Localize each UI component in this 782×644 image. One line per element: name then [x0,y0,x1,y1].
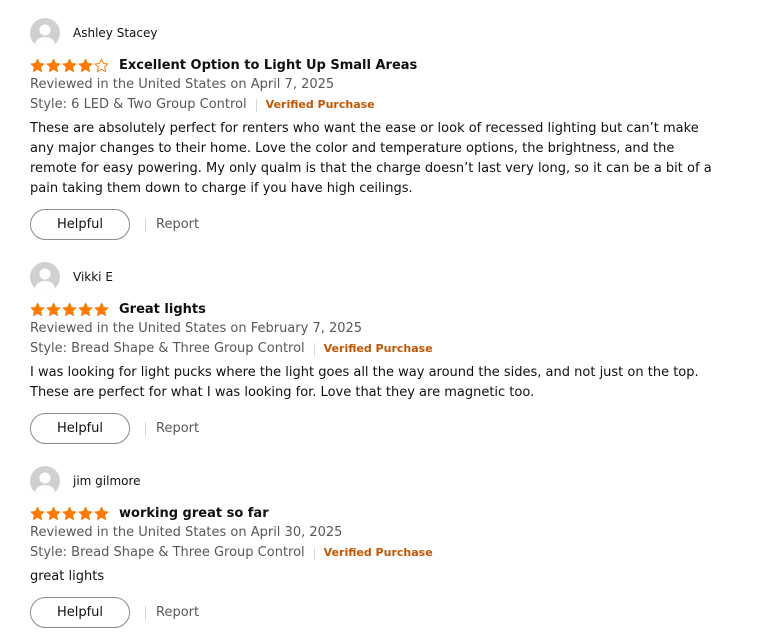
divider [313,546,315,560]
report-link[interactable]: Report [156,217,199,232]
review-title[interactable]: Great lights [119,302,206,317]
avatar [30,466,60,496]
helpful-button[interactable]: Helpful [30,413,130,444]
style-variant-link[interactable]: Style: Bread Shape & Three Group Control [30,339,305,359]
divider [255,98,257,112]
helpful-button[interactable]: Helpful [30,597,130,628]
star-filled-icon [46,58,61,72]
divider [145,605,146,620]
reviewer-profile[interactable]: Vikki E [30,262,750,292]
style-variant-link[interactable]: Style: Bread Shape & Three Group Control [30,543,305,563]
star-filled-icon [94,302,109,316]
review-title[interactable]: working great so far [119,506,269,521]
reviewer-profile[interactable]: Ashley Stacey [30,18,750,48]
user-silhouette-icon [34,472,56,496]
report-link[interactable]: Report [156,605,199,620]
star-filled-icon [62,58,77,72]
star-filled-icon [46,302,61,316]
helpful-button[interactable]: Helpful [30,209,130,240]
reviewer-name: Vikki E [73,270,113,284]
review-date: Reviewed in the United States on April 7… [30,77,335,92]
review-date: Reviewed in the United States on April 3… [30,525,343,540]
user-silhouette-icon [34,24,56,48]
reviewer-name: Ashley Stacey [73,26,158,40]
star-filled-icon [46,506,61,520]
star-filled-icon [30,58,45,72]
verified-purchase-badge: Verified Purchase [323,342,433,355]
review-body: These are absolutely perfect for renters… [30,121,712,196]
style-variant-link[interactable]: Style: 6 LED & Two Group Control [30,95,247,115]
review-title[interactable]: Excellent Option to Light Up Small Areas [119,58,417,73]
divider [145,217,146,232]
review-card: jim gilmore working great so far Reviewe… [30,466,750,628]
star-rating[interactable] [30,506,110,521]
star-filled-icon [94,506,109,520]
review-date: Reviewed in the United States on Februar… [30,321,363,336]
star-filled-icon [62,506,77,520]
reviewer-name: jim gilmore [73,474,141,488]
verified-purchase-badge: Verified Purchase [323,546,433,559]
star-empty-icon [94,58,109,72]
reviewer-profile[interactable]: jim gilmore [30,466,750,496]
review-card: Vikki E Great lights Reviewed in the Uni… [30,262,750,444]
verified-purchase-badge: Verified Purchase [265,98,375,111]
divider [145,421,146,436]
star-filled-icon [78,302,93,316]
star-filled-icon [62,302,77,316]
star-filled-icon [78,58,93,72]
review-card: Ashley Stacey Excellent Option to Light … [30,18,750,240]
user-silhouette-icon [34,268,56,292]
report-link[interactable]: Report [156,421,199,436]
review-body: great lights [30,569,105,584]
star-filled-icon [78,506,93,520]
star-rating[interactable] [30,58,110,73]
avatar [30,262,60,292]
star-filled-icon [30,302,45,316]
star-rating[interactable] [30,302,110,317]
avatar [30,18,60,48]
star-filled-icon [30,506,45,520]
review-body: I was looking for light pucks where the … [30,365,699,400]
divider [313,342,315,356]
